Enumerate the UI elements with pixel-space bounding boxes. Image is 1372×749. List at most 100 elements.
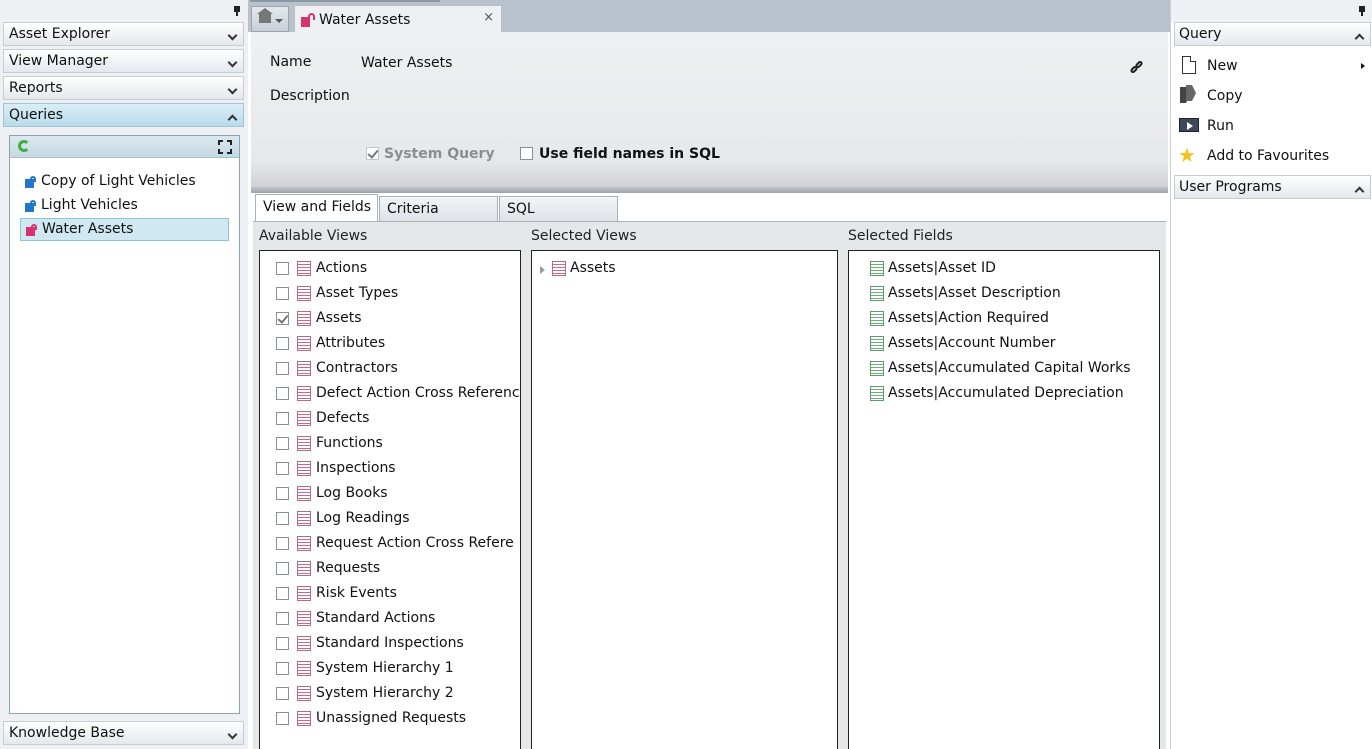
available-view-item[interactable]: System Hierarchy 1	[260, 656, 520, 681]
view-checkbox[interactable]	[276, 462, 289, 475]
section-view-manager[interactable]: View Manager	[3, 49, 244, 73]
pin-icon[interactable]	[1358, 6, 1366, 16]
view-checkbox[interactable]	[276, 612, 289, 625]
selected-field-item[interactable]: Assets|Action Required	[849, 306, 1159, 331]
section-query[interactable]: Query	[1174, 22, 1371, 46]
view-checkbox[interactable]	[276, 437, 289, 450]
available-view-item[interactable]: Standard Actions	[260, 606, 520, 631]
available-view-item[interactable]: Defects	[260, 406, 520, 431]
view-label: Asset Types	[316, 285, 399, 301]
available-view-item[interactable]: Request Action Cross Refere	[260, 531, 520, 556]
view-checkbox[interactable]	[276, 662, 289, 675]
menu-item-copy[interactable]: Copy	[1174, 81, 1371, 111]
available-view-item[interactable]: Log Books	[260, 481, 520, 506]
available-view-item[interactable]: Attributes	[260, 331, 520, 356]
tab-view-and-fields[interactable]: View and Fields	[255, 194, 378, 222]
view-checkbox[interactable]	[276, 362, 289, 375]
view-checkbox[interactable]	[276, 687, 289, 700]
view-label: Requests	[316, 560, 381, 576]
close-icon[interactable]: ×	[483, 10, 494, 25]
view-checkbox[interactable]	[276, 337, 289, 350]
view-label: Assets	[316, 310, 362, 326]
tree-node-assets[interactable]: Assets	[532, 256, 837, 281]
home-tab[interactable]	[251, 6, 289, 32]
table-icon	[297, 686, 311, 701]
view-label: Functions	[316, 435, 383, 451]
selected-field-item[interactable]: Assets|Account Number	[849, 331, 1159, 356]
selected-views-list[interactable]: Assets	[531, 250, 838, 749]
tab-criteria[interactable]: Criteria	[379, 196, 498, 222]
chevron-down-icon	[227, 30, 238, 41]
table-icon	[297, 361, 311, 376]
view-checkbox[interactable]	[276, 412, 289, 425]
available-view-item[interactable]: Asset Types	[260, 281, 520, 306]
view-checkbox[interactable]	[276, 262, 289, 275]
menu-item-run[interactable]: Run	[1174, 111, 1371, 141]
field-icon	[870, 261, 884, 276]
query-icon	[25, 200, 36, 212]
selected-views-title: Selected Views	[531, 228, 637, 244]
available-view-item[interactable]: Actions	[260, 256, 520, 281]
pin-icon[interactable]	[233, 6, 241, 16]
field-icon	[870, 361, 884, 376]
chevron-up-icon	[1354, 186, 1365, 197]
link-icon[interactable]	[1129, 59, 1144, 75]
query-label: Light Vehicles	[41, 197, 138, 213]
available-view-item[interactable]: Contractors	[260, 356, 520, 381]
right-sidebar: Query New Copy Run ★ Add to Favourites U…	[1170, 0, 1372, 749]
query-item-copy-of-light-vehicles[interactable]: Copy of Light Vehicles	[20, 171, 229, 194]
view-checkbox[interactable]	[276, 587, 289, 600]
field-label: Assets|Asset Description	[888, 285, 1061, 301]
view-label: Log Books	[316, 485, 388, 501]
available-view-item[interactable]: Standard Inspections	[260, 631, 520, 656]
query-icon	[25, 176, 36, 188]
section-reports[interactable]: Reports	[3, 76, 244, 100]
selected-field-item[interactable]: Assets|Accumulated Depreciation	[849, 381, 1159, 406]
menu-item-add-to-favourites[interactable]: ★ Add to Favourites	[1174, 141, 1371, 171]
available-view-item[interactable]: Unassigned Requests	[260, 706, 520, 731]
use-field-names-checkbox[interactable]	[520, 147, 533, 160]
view-checkbox[interactable]	[276, 562, 289, 575]
available-view-item[interactable]: Log Readings	[260, 506, 520, 531]
view-checkbox[interactable]	[276, 637, 289, 650]
view-checkbox[interactable]	[276, 512, 289, 525]
selected-field-item[interactable]: Assets|Asset Description	[849, 281, 1159, 306]
menu-item-new[interactable]: New	[1174, 51, 1371, 81]
table-icon	[297, 286, 311, 301]
tab-sql[interactable]: SQL	[499, 196, 618, 222]
available-view-item[interactable]: Functions	[260, 431, 520, 456]
new-document-icon	[1182, 56, 1196, 74]
field-icon	[870, 386, 884, 401]
selected-fields-list[interactable]: Assets|Asset ID Assets|Asset Description A…	[848, 250, 1160, 749]
available-view-item[interactable]: Risk Events	[260, 581, 520, 606]
available-view-item[interactable]: Assets	[260, 306, 520, 331]
expand-icon[interactable]	[218, 140, 232, 154]
tab-water-assets[interactable]: Water Assets ×	[294, 5, 502, 33]
view-checkbox[interactable]	[276, 537, 289, 550]
view-checkbox[interactable]	[276, 712, 289, 725]
available-view-item[interactable]: Inspections	[260, 456, 520, 481]
chevron-down-icon	[227, 57, 238, 68]
view-checkbox[interactable]	[276, 387, 289, 400]
section-knowledge-base[interactable]: Knowledge Base	[3, 721, 244, 745]
selected-field-item[interactable]: Assets|Accumulated Capital Works	[849, 356, 1159, 381]
refresh-icon[interactable]	[18, 140, 30, 152]
query-item-water-assets[interactable]: Water Assets	[20, 218, 229, 241]
view-checkbox[interactable]	[276, 287, 289, 300]
view-checkbox[interactable]	[276, 487, 289, 500]
section-asset-explorer[interactable]: Asset Explorer	[3, 22, 244, 46]
query-item-light-vehicles[interactable]: Light Vehicles	[20, 195, 229, 218]
view-checkbox[interactable]	[276, 312, 289, 325]
available-view-item[interactable]: System Hierarchy 2	[260, 681, 520, 706]
selected-field-item[interactable]: Assets|Asset ID	[849, 256, 1159, 281]
expand-arrow-icon[interactable]	[540, 266, 545, 274]
view-label: Actions	[316, 260, 368, 276]
available-view-item[interactable]: Defect Action Cross Referenc	[260, 381, 520, 406]
available-view-item[interactable]: Requests	[260, 556, 520, 581]
section-queries[interactable]: Queries	[3, 103, 244, 127]
field-label: Assets|Accumulated Depreciation	[888, 385, 1124, 401]
view-label: Unassigned Requests	[316, 710, 467, 726]
field-label: Assets|Asset ID	[888, 260, 996, 276]
available-views-list[interactable]: Actions Asset Types Assets Attributes Contra…	[259, 250, 521, 749]
section-user-programs[interactable]: User Programs	[1174, 175, 1371, 199]
